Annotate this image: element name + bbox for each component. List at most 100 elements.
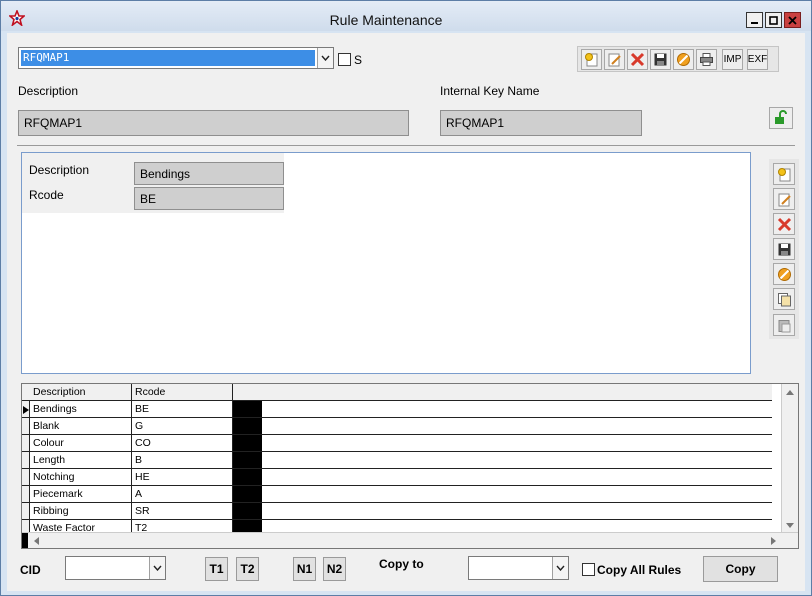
- copy-button[interactable]: Copy: [703, 556, 778, 582]
- n2-button[interactable]: N2: [323, 557, 346, 581]
- column-header-description[interactable]: Description: [30, 384, 132, 400]
- table-row[interactable]: Notching HE: [22, 469, 772, 486]
- paste-icon: [778, 319, 790, 332]
- save-icon: [778, 243, 790, 255]
- arrow-left-icon: [33, 537, 39, 545]
- title-bar: Rule Maintenance: [1, 1, 811, 31]
- detail-new-button[interactable]: [773, 163, 795, 185]
- cell-rcode[interactable]: CO: [132, 435, 233, 451]
- print-button[interactable]: [696, 49, 717, 70]
- detail-rcode-field[interactable]: BE: [134, 187, 284, 210]
- detail-cancel-button[interactable]: [773, 263, 795, 285]
- cell-rcode[interactable]: A: [132, 486, 233, 502]
- copy-all-rules-label: Copy All Rules: [597, 563, 682, 577]
- header-divider: [17, 145, 795, 146]
- cell-rcode[interactable]: SR: [132, 503, 233, 519]
- minimize-button[interactable]: [746, 12, 763, 28]
- edit-record-button[interactable]: [604, 49, 625, 70]
- cell-description[interactable]: Length: [30, 452, 132, 468]
- copy-to-select[interactable]: [468, 556, 569, 580]
- table-row[interactable]: Blank G: [22, 418, 772, 435]
- new-record-button[interactable]: [581, 49, 602, 70]
- table-row[interactable]: Ribbing SR: [22, 503, 772, 520]
- rule-select-value: RFQMAP1: [21, 50, 315, 66]
- detail-delete-button[interactable]: [773, 213, 795, 235]
- rule-maintenance-window: Rule Maintenance RFQMAP1 S IMP EXF Descr…: [0, 0, 812, 596]
- column-header-rcode[interactable]: Rcode: [132, 384, 233, 400]
- unlock-icon: [775, 110, 787, 124]
- cell-description[interactable]: Piecemark: [30, 486, 132, 502]
- arrow-down-icon: [786, 522, 794, 528]
- save-icon: [654, 53, 667, 66]
- scroll-up-arrow[interactable]: [782, 384, 798, 400]
- table-row[interactable]: Bendings BE: [22, 401, 772, 418]
- detail-copy-button[interactable]: [773, 288, 795, 310]
- detail-description-label: Description: [29, 163, 90, 177]
- n1-button[interactable]: N1: [293, 557, 316, 581]
- chevron-down-icon: [153, 565, 162, 571]
- copy-to-select-arrow[interactable]: [552, 557, 568, 579]
- cell-description[interactable]: Blank: [30, 418, 132, 434]
- print-icon: [700, 53, 713, 66]
- export-button[interactable]: EXF: [747, 49, 768, 70]
- chevron-down-icon: [556, 565, 565, 571]
- internal-key-field: RFQMAP1: [440, 110, 642, 136]
- description-field: RFQMAP1: [18, 110, 409, 136]
- main-toolbar: IMP EXF: [577, 46, 779, 72]
- detail-paste-button[interactable]: [773, 314, 795, 336]
- cid-select[interactable]: [65, 556, 166, 580]
- cell-description[interactable]: Colour: [30, 435, 132, 451]
- client-area: RFQMAP1 S IMP EXF Description RFQMAP1 In…: [7, 33, 805, 591]
- scroll-down-arrow[interactable]: [782, 517, 798, 533]
- delete-icon: [630, 52, 645, 67]
- detail-save-button[interactable]: [773, 238, 795, 260]
- current-row-pointer-icon: [23, 406, 29, 414]
- cell-description[interactable]: Ribbing: [30, 503, 132, 519]
- save-record-button[interactable]: [650, 49, 671, 70]
- cid-label: CID: [20, 563, 41, 577]
- cell-rcode[interactable]: G: [132, 418, 233, 434]
- window-title: Rule Maintenance: [329, 12, 443, 28]
- table-row[interactable]: Length B: [22, 452, 772, 469]
- chevron-down-icon: [321, 55, 330, 61]
- maximize-button[interactable]: [765, 12, 782, 28]
- grid-header-row: Description Rcode: [22, 384, 772, 401]
- delete-icon: [777, 217, 791, 231]
- rule-select-arrow[interactable]: [317, 48, 333, 68]
- grid-vertical-scrollbar[interactable]: [781, 384, 798, 533]
- rule-select[interactable]: RFQMAP1: [18, 47, 334, 69]
- cell-rcode[interactable]: HE: [132, 469, 233, 485]
- copy-all-rules-checkbox[interactable]: [582, 563, 595, 576]
- cell-rcode[interactable]: B: [132, 452, 233, 468]
- cell-description[interactable]: Notching: [30, 469, 132, 485]
- rules-grid: Description Rcode Bendings BE Blank G Co…: [21, 383, 799, 549]
- cancel-icon: [777, 267, 791, 281]
- edit-icon: [778, 193, 791, 206]
- close-icon: [788, 15, 797, 25]
- cancel-record-button[interactable]: [673, 49, 694, 70]
- delete-record-button[interactable]: [627, 49, 648, 70]
- cell-description[interactable]: Bendings: [30, 401, 132, 417]
- scroll-left-arrow[interactable]: [28, 533, 44, 548]
- maximize-icon: [769, 15, 778, 25]
- edit-icon: [608, 53, 621, 67]
- minimize-icon: [751, 21, 758, 24]
- t2-button[interactable]: T2: [236, 557, 259, 581]
- t1-button[interactable]: T1: [205, 557, 228, 581]
- import-button[interactable]: IMP: [722, 49, 743, 70]
- table-row[interactable]: Colour CO: [22, 435, 772, 452]
- scroll-right-arrow[interactable]: [765, 533, 781, 548]
- s-checkbox[interactable]: [338, 53, 351, 66]
- detail-panel: Description Bendings Rcode BE: [21, 152, 751, 374]
- arrow-right-icon: [770, 537, 776, 545]
- detail-edit-button[interactable]: [773, 188, 795, 210]
- grid-horizontal-scrollbar[interactable]: [22, 532, 798, 548]
- arrow-up-icon: [786, 389, 794, 395]
- cell-rcode[interactable]: BE: [132, 401, 233, 417]
- close-window-button[interactable]: [784, 12, 801, 28]
- unlock-button[interactable]: [769, 107, 793, 129]
- table-row[interactable]: Piecemark A: [22, 486, 772, 503]
- detail-description-field[interactable]: Bendings: [134, 162, 284, 185]
- cid-select-arrow[interactable]: [149, 557, 165, 579]
- copy-icon: [777, 292, 791, 306]
